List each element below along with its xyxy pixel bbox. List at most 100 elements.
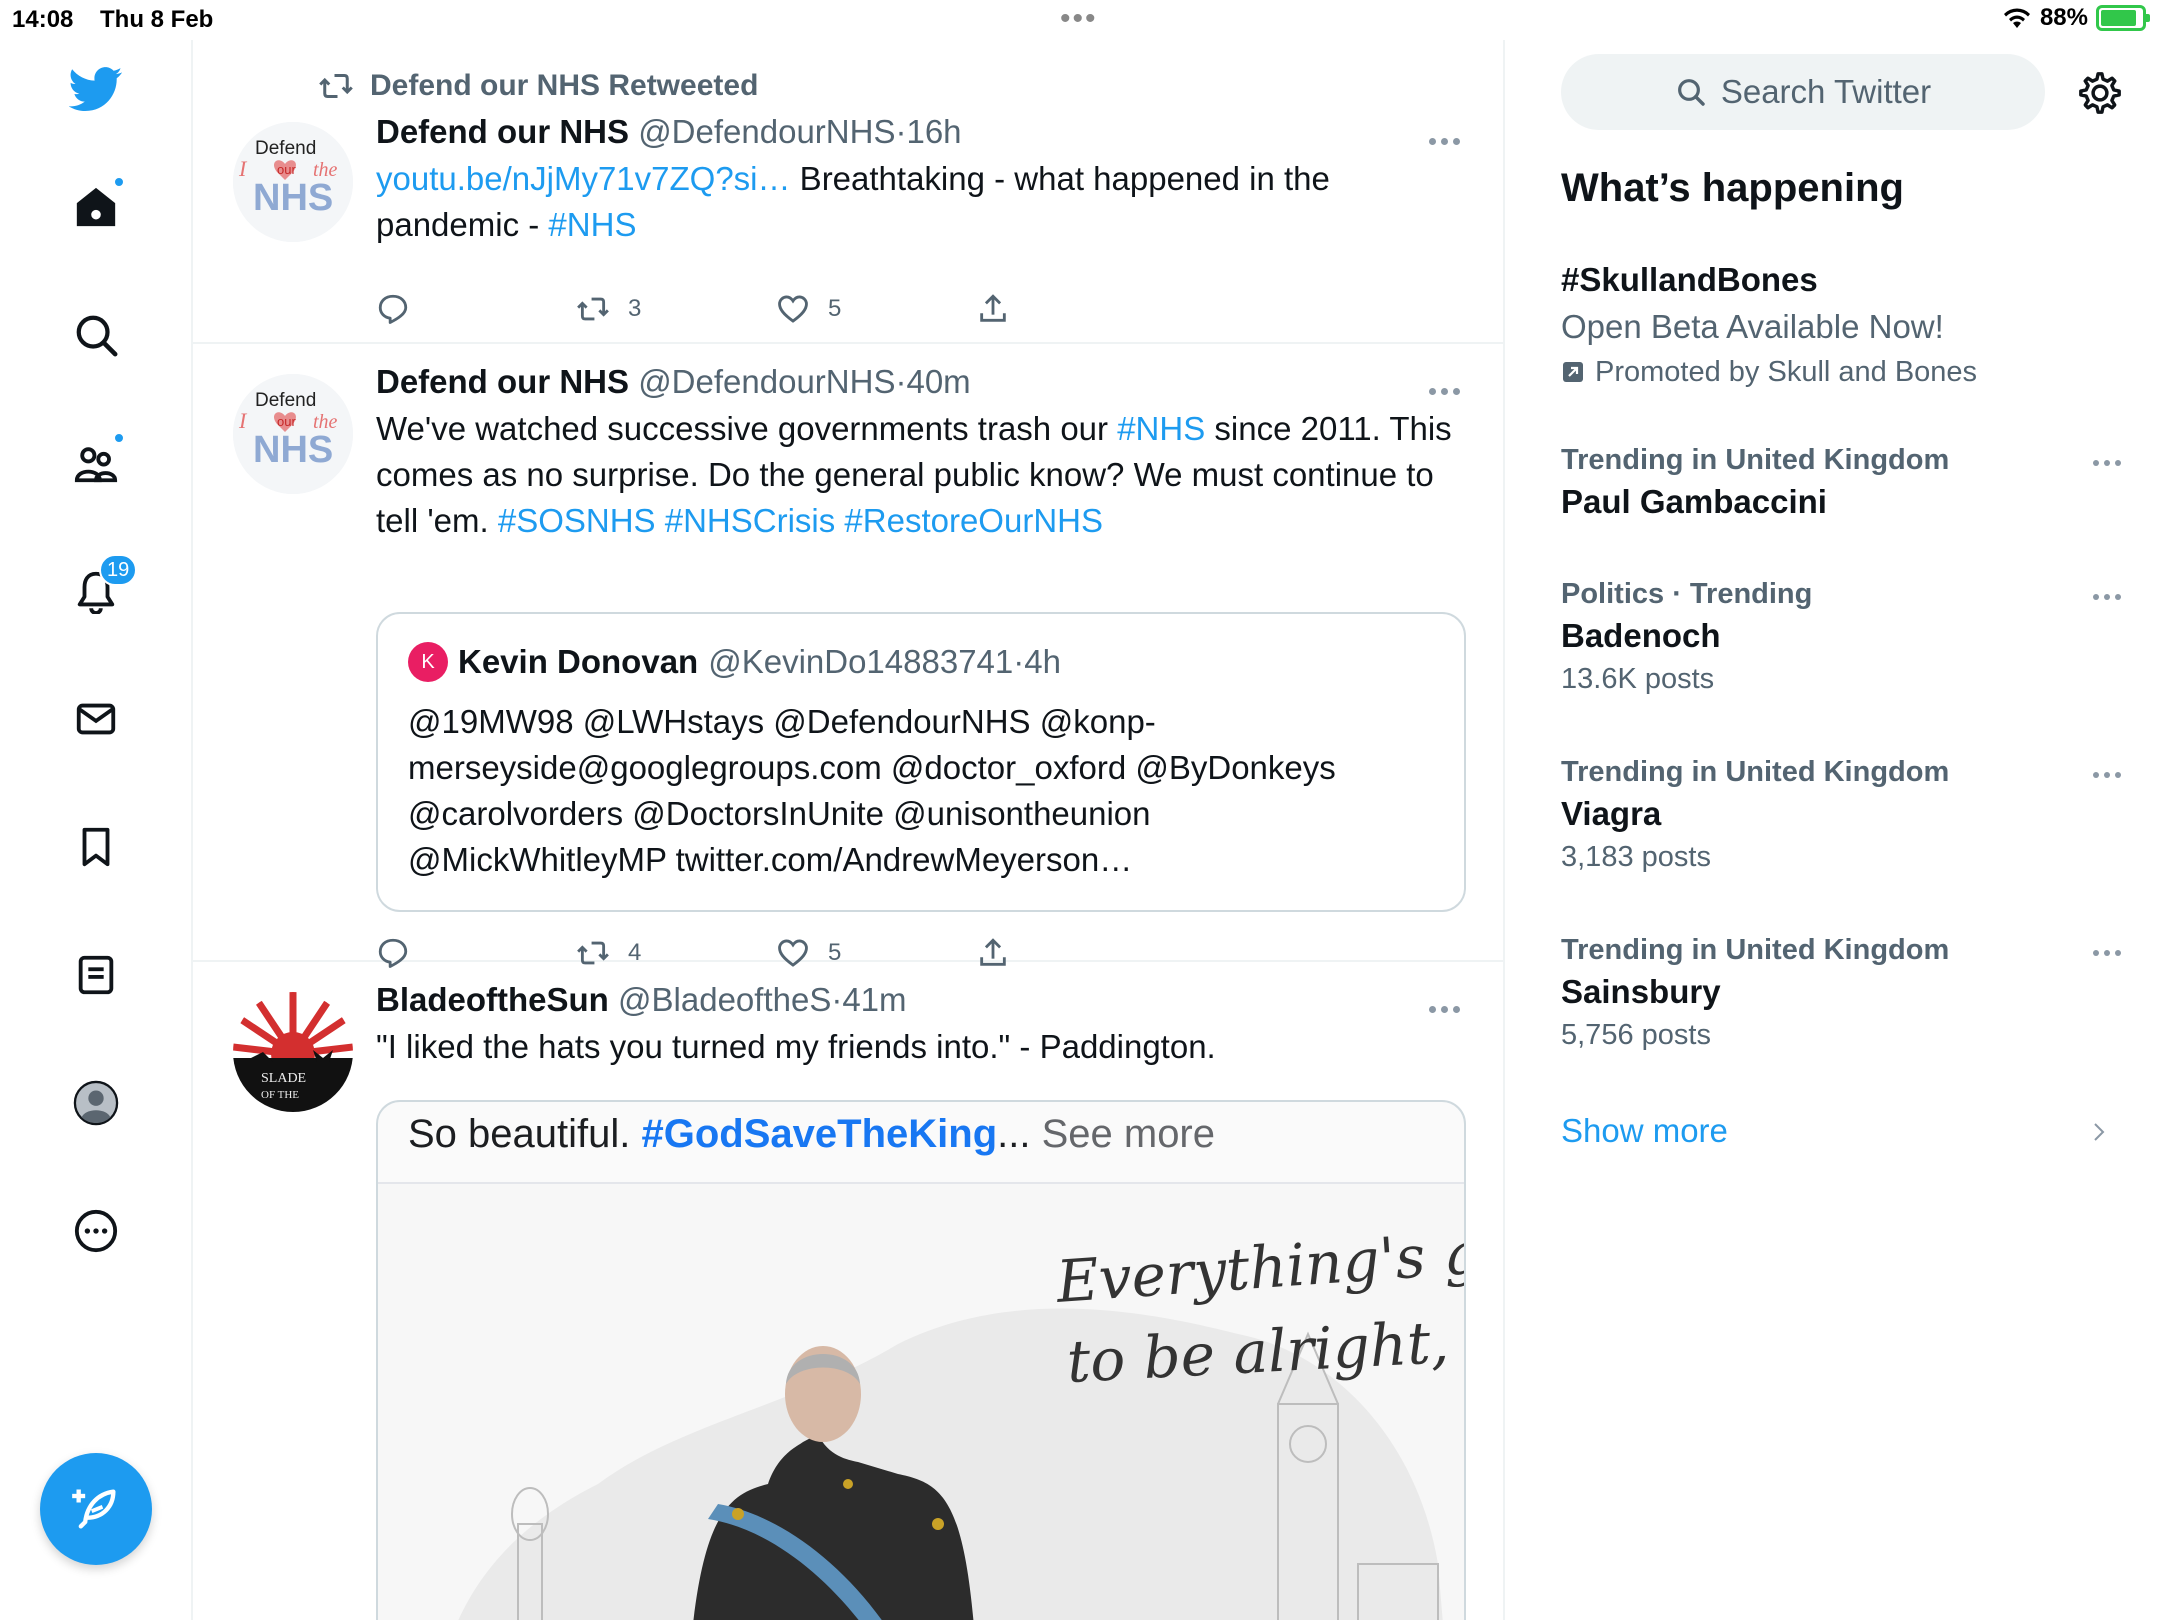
hashtag-link[interactable]: #NHS (1117, 410, 1205, 447)
tweet-text: We've watched successive governments tra… (376, 406, 1466, 544)
trend-post-count: 3,183 posts (1561, 841, 1711, 873)
author-handle[interactable]: @BladeoftheS (618, 981, 831, 1018)
tweet-media[interactable]: So beautiful. #GodSaveTheKing... See mor… (376, 1100, 1466, 1620)
tweet-card[interactable]: SLADE OF THE BladeoftheSun @BladeoftheS·… (193, 962, 1503, 1620)
multitasking-dots[interactable]: ••• (1060, 2, 1098, 36)
status-right: 88% (2002, 4, 2150, 32)
retweeted-by-label: Defend our NHS Retweeted (370, 69, 759, 102)
trend-post-count: 5,756 posts (1561, 1019, 1711, 1051)
compose-tweet-button[interactable] (40, 1453, 152, 1565)
right-sidebar: Search Twitter What’s happening #Skullan… (1507, 40, 2160, 1620)
profile-avatar-icon (73, 1080, 119, 1126)
avatar[interactable]: SLADE OF THE (233, 992, 353, 1112)
media-caption: So beautiful. #GodSaveTheKing... See mor… (408, 1112, 1215, 1157)
trend-item[interactable]: Trending in United Kingdom Paul Gambacci… (1561, 440, 2121, 524)
author-name[interactable]: Defend our NHS (376, 363, 629, 400)
tweet-link[interactable]: youtu.be/nJjMy71v7ZQ?si… (376, 160, 791, 197)
promoted-icon (1563, 362, 1583, 382)
share-button[interactable] (976, 292, 1010, 326)
timeline: Defend our NHS Retweeted Defend our I th… (193, 40, 1505, 1620)
feather-plus-icon (72, 1489, 116, 1529)
avatar[interactable]: Defend our I the NHS (233, 122, 353, 242)
blade-of-the-sun-logo: SLADE OF THE (233, 992, 353, 1112)
tweet-more-button[interactable] (1429, 1006, 1465, 1016)
search-bar[interactable]: Search Twitter (1561, 54, 2045, 130)
tweet-card[interactable]: Defend our I the NHS Defend our NHS @Def… (193, 344, 1503, 968)
tweet-text-part: We've watched successive governments tra… (376, 410, 1118, 447)
status-bar: 14:08 Thu 8 Feb ••• 88% (0, 0, 2160, 40)
hashtag-links[interactable]: #SOSNHS #NHSCrisis #RestoreOurNHS (498, 502, 1103, 539)
trend-title: Paul Gambaccini (1561, 483, 1827, 520)
author-handle[interactable]: @DefendourNHS (638, 113, 895, 150)
caption-text: So beautiful. (408, 1112, 642, 1156)
trend-more-button[interactable] (2093, 594, 2121, 600)
separator-dot: · (1013, 643, 1025, 680)
trend-more-button[interactable] (2093, 460, 2121, 466)
quoted-avatar[interactable]: K (408, 642, 448, 682)
tweet-header: Defend our NHS @DefendourNHS·16h (376, 112, 1466, 152)
avatar-line1: Defend (255, 138, 316, 159)
communities-unread-dot (113, 432, 125, 444)
trend-item[interactable]: Trending in United Kingdom Viagra 3,183 … (1561, 752, 2121, 878)
avatar-line3: NHS (253, 177, 333, 219)
author-name[interactable]: BladeoftheSun (376, 981, 609, 1018)
wifi-icon (2003, 8, 2030, 28)
tweet-time[interactable]: 16h (906, 113, 961, 150)
tweet-more-button[interactable] (1429, 388, 1465, 398)
gear-icon[interactable] (2077, 70, 2123, 116)
avatar-line1: Defend (255, 390, 316, 411)
king-illustration: Everything's going to be alright, Sir (378, 1184, 1464, 1620)
profile-nav[interactable] (61, 1068, 131, 1138)
retweet-button[interactable]: 3 (576, 292, 641, 326)
tweet-time[interactable]: 40m (906, 363, 970, 400)
more-nav[interactable] (61, 1196, 131, 1266)
quoted-tweet[interactable]: K Kevin Donovan @KevinDo14883741·4h @19M… (376, 612, 1466, 912)
trend-more-button[interactable] (2093, 772, 2121, 778)
trend-title: Viagra (1561, 795, 1662, 832)
bookmark-icon (82, 827, 110, 867)
heart-icon (778, 295, 808, 323)
trend-item[interactable]: Politics · Trending Badenoch 13.6K posts (1561, 574, 2121, 700)
reply-button[interactable] (376, 292, 410, 326)
home-nav[interactable] (61, 172, 131, 242)
retweet-context: Defend our NHS Retweeted (318, 68, 758, 104)
hashtag-link[interactable]: #NHS (548, 206, 636, 243)
avatar-text: OF THE (261, 1089, 299, 1101)
tweet-body: Defend our NHS @DefendourNHS·16h youtu.b… (376, 112, 1466, 248)
left-nav-rail: 19 (0, 40, 193, 1620)
list-icon (78, 955, 114, 995)
chevron-right-icon (2094, 1123, 2105, 1141)
tweet-header: BladeoftheSun @BladeoftheS·41m (376, 980, 1466, 1020)
trend-more-button[interactable] (2093, 950, 2121, 956)
like-button[interactable]: 5 (776, 292, 841, 326)
author-name[interactable]: Defend our NHS (376, 113, 629, 150)
reply-icon (378, 294, 408, 324)
tweet-card[interactable]: Defend our NHS Retweeted Defend our I th… (193, 40, 1503, 344)
communities-icon (74, 447, 118, 483)
promoted-by: Promoted by Skull and Bones (1561, 352, 2121, 392)
tweet-more-button[interactable] (1429, 138, 1465, 148)
messages-nav[interactable] (61, 684, 131, 754)
communities-nav[interactable] (61, 428, 131, 498)
promoted-trend[interactable]: #SkullandBones Open Beta Available Now! … (1561, 258, 2121, 392)
caption-see-more: See more (1030, 1112, 1215, 1156)
tweet-actions: 3 5 (376, 292, 1076, 332)
notifications-nav[interactable]: 19 (61, 554, 138, 626)
show-more-link[interactable]: Show more (1561, 1112, 1728, 1150)
status-time: 14:08 (12, 6, 74, 33)
home-icon (76, 187, 116, 227)
trend-title: Sainsbury (1561, 973, 1721, 1010)
lists-nav[interactable] (61, 940, 131, 1010)
tweet-body: Defend our NHS @DefendourNHS·40m We've w… (376, 362, 1466, 544)
trend-context: Trending in United Kingdom (1561, 756, 1950, 788)
tweet-time[interactable]: 41m (842, 981, 906, 1018)
explore-nav[interactable] (61, 300, 131, 370)
search-icon (76, 315, 118, 357)
avatar[interactable]: Defend our I the NHS (233, 374, 353, 494)
twitter-logo-icon[interactable] (61, 54, 131, 124)
author-handle[interactable]: @DefendourNHS (638, 363, 895, 400)
bookmarks-nav[interactable] (61, 812, 131, 882)
trend-title: Badenoch (1561, 617, 1721, 654)
trend-item[interactable]: Trending in United Kingdom Sainsbury 5,7… (1561, 930, 2121, 1056)
trend-context: Trending in United Kingdom (1561, 444, 1950, 476)
